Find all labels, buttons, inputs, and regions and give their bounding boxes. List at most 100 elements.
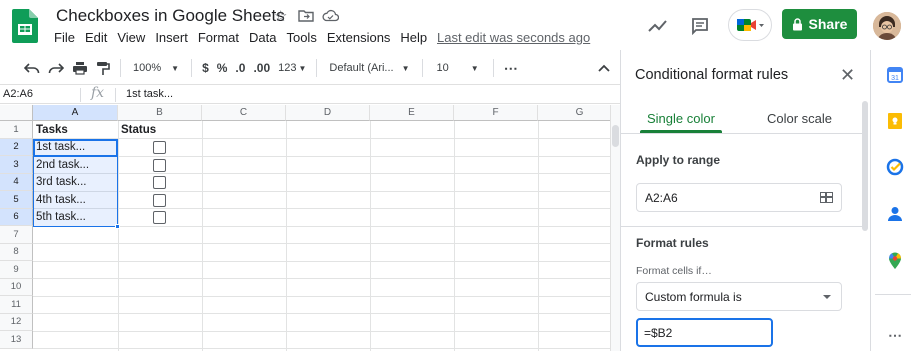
document-title[interactable]: Checkboxes in Google Sheets — [56, 6, 285, 26]
tab-single-color[interactable]: Single color — [647, 111, 715, 126]
cell-a3[interactable]: 2nd task... — [33, 156, 118, 174]
custom-formula-input[interactable]: =$B2 — [636, 318, 773, 347]
column-header-d[interactable]: D — [286, 105, 370, 121]
column-header-c[interactable]: C — [202, 105, 286, 121]
contacts-icon[interactable] — [886, 205, 904, 223]
cloud-saved-icon[interactable] — [322, 9, 339, 22]
tab-color-scale[interactable]: Color scale — [767, 111, 832, 126]
row-header-4[interactable]: 4 — [0, 173, 33, 191]
condition-dropdown[interactable]: Custom formula is — [636, 282, 842, 311]
row-header-10[interactable]: 10 — [0, 278, 33, 296]
decrease-decimal-button[interactable]: .0 — [231, 61, 249, 75]
currency-format-button[interactable]: $ — [198, 61, 213, 75]
toolbar-divider — [492, 59, 494, 77]
row-header-1[interactable]: 1 — [0, 121, 33, 139]
checkbox-b6[interactable] — [153, 211, 166, 224]
font-select[interactable]: Default (Ari... ▼ — [323, 62, 415, 74]
percent-format-button[interactable]: % — [213, 61, 232, 75]
cell-b1[interactable]: Status — [118, 121, 202, 139]
grid-line — [118, 121, 119, 351]
select-all-corner[interactable] — [0, 105, 33, 121]
increase-decimal-button[interactable]: .00 — [249, 61, 274, 75]
condition-value: Custom formula is — [645, 289, 742, 304]
spreadsheet-grid[interactable]: A B C D E F G 1 2 3 4 5 6 7 8 9 10 11 12… — [0, 105, 610, 351]
cell-a4[interactable]: 3rd task... — [33, 174, 118, 192]
row-header-11[interactable]: 11 — [0, 296, 33, 314]
grid-scrollbar-thumb[interactable] — [612, 125, 619, 147]
star-icon[interactable]: ☆ — [274, 7, 287, 25]
fx-icon: fx — [91, 85, 105, 101]
menu-extensions[interactable]: Extensions — [327, 30, 391, 45]
tasks-icon[interactable] — [886, 158, 904, 176]
cell-a6[interactable]: 5th task... — [33, 209, 118, 227]
avatar[interactable] — [873, 12, 901, 40]
row-header-7[interactable]: 7 — [0, 226, 33, 244]
zoom-select[interactable]: 100% ▼ — [127, 62, 185, 74]
redo-icon[interactable] — [44, 62, 68, 74]
row-header-5[interactable]: 5 — [0, 191, 33, 209]
menu-help[interactable]: Help — [400, 30, 427, 45]
activity-trend-icon[interactable] — [646, 14, 670, 38]
menu-data[interactable]: Data — [249, 30, 276, 45]
close-icon[interactable]: ✕ — [840, 65, 855, 86]
more-addons-icon[interactable]: ⋯ — [886, 326, 904, 344]
collapse-menu-icon[interactable] — [594, 64, 614, 72]
menu-edit[interactable]: Edit — [85, 30, 107, 45]
maps-icon[interactable] — [886, 252, 904, 270]
tab-divider — [621, 133, 867, 134]
share-button[interactable]: Share — [782, 9, 857, 39]
row-header-8[interactable]: 8 — [0, 243, 33, 261]
svg-text:31: 31 — [891, 75, 899, 82]
checkbox-b3[interactable] — [153, 158, 166, 172]
chevron-down-icon: ▼ — [470, 63, 479, 73]
format-rules-label: Format rules — [636, 236, 709, 250]
font-size-value: 10 — [436, 62, 449, 74]
more-options-button[interactable]: ⋯ — [500, 60, 522, 77]
range-input[interactable]: A2:A6 — [636, 183, 842, 212]
menu-insert[interactable]: Insert — [155, 30, 188, 45]
menu-file[interactable]: File — [54, 30, 75, 45]
select-range-icon[interactable] — [820, 192, 833, 203]
row-header-6[interactable]: 6 — [0, 208, 33, 226]
format-cells-if-label: Format cells if… — [636, 265, 712, 277]
print-icon[interactable] — [68, 61, 92, 75]
undo-icon[interactable] — [20, 62, 44, 74]
column-header-b[interactable]: B — [118, 105, 202, 121]
row-header-13[interactable]: 13 — [0, 331, 33, 349]
cell-a2[interactable]: 1st task... — [33, 139, 118, 157]
sheets-logo-icon[interactable] — [12, 9, 38, 43]
meet-button[interactable] — [728, 9, 772, 41]
cell-a1[interactable]: Tasks — [33, 121, 118, 139]
conditional-format-panel: Conditional format rules ✕ Single color … — [620, 50, 870, 351]
number-format-select[interactable]: 123 ▼ — [274, 62, 310, 74]
row-header-2[interactable]: 2 — [0, 138, 33, 156]
keep-icon[interactable] — [886, 112, 904, 130]
column-header-g[interactable]: G — [538, 105, 610, 121]
menu-view[interactable]: View — [117, 30, 145, 45]
paint-format-icon[interactable] — [92, 61, 114, 76]
menu-format[interactable]: Format — [198, 30, 239, 45]
move-folder-icon[interactable] — [298, 9, 314, 22]
toolbar-divider — [191, 59, 193, 77]
font-size-select[interactable]: 10 ▼ — [429, 62, 487, 74]
column-header-a[interactable]: A — [33, 105, 118, 121]
calendar-icon[interactable]: 31 — [886, 66, 904, 84]
toolbar-divider — [316, 59, 318, 77]
panel-scrollbar[interactable] — [862, 101, 868, 231]
menu-tools[interactable]: Tools — [286, 30, 316, 45]
name-box[interactable]: A2:A6 — [3, 88, 33, 100]
column-header-e[interactable]: E — [370, 105, 454, 121]
cell-a5[interactable]: 4th task... — [33, 191, 118, 209]
checkbox-b2[interactable] — [153, 141, 166, 154]
row-header-3[interactable]: 3 — [0, 156, 33, 174]
column-header-f[interactable]: F — [454, 105, 538, 121]
last-edit-link[interactable]: Last edit was seconds ago — [437, 30, 590, 45]
row-header-12[interactable]: 12 — [0, 313, 33, 331]
grid-line — [33, 295, 610, 297]
grid-line — [370, 121, 371, 351]
formula-input[interactable]: 1st task... — [126, 88, 173, 100]
checkbox-b4[interactable] — [153, 176, 166, 189]
checkbox-b5[interactable] — [153, 193, 166, 207]
row-header-9[interactable]: 9 — [0, 261, 33, 279]
comments-icon[interactable] — [688, 14, 712, 38]
